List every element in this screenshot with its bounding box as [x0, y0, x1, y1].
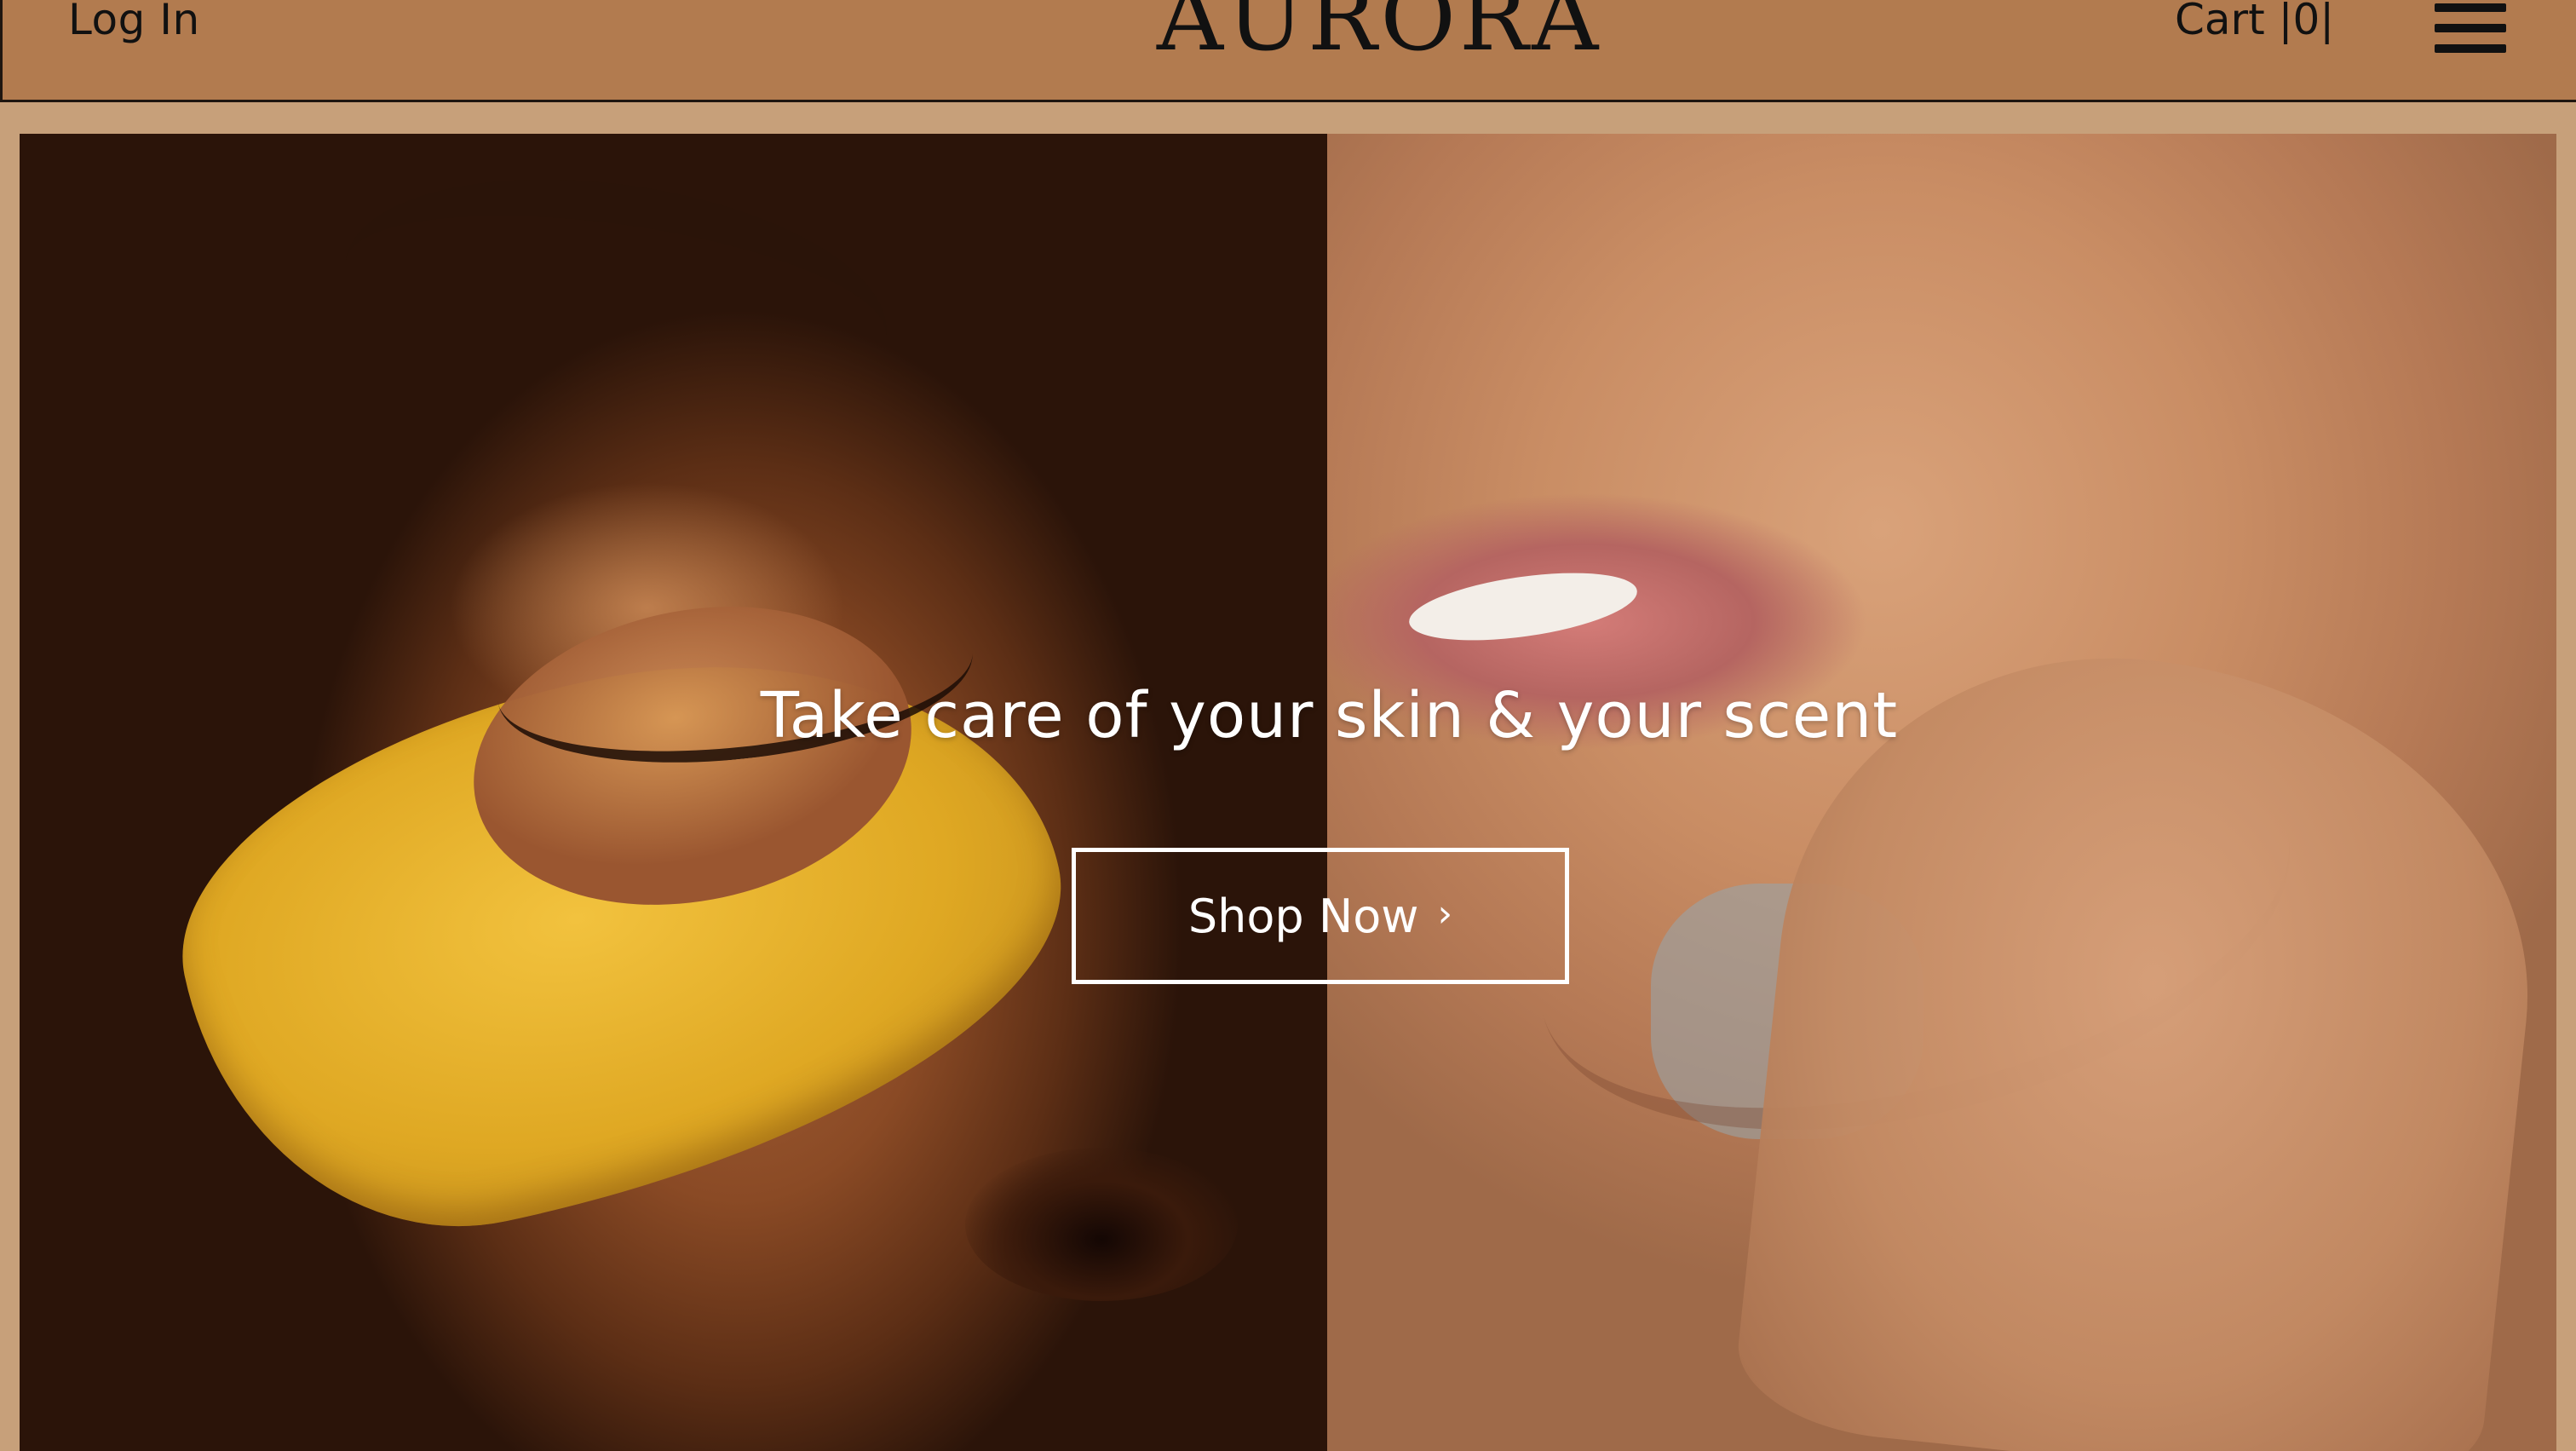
- menu-bar: [2435, 44, 2506, 53]
- menu-bar: [2435, 3, 2506, 12]
- hero-content: Take care of your skin & your scent Shop…: [20, 134, 2556, 1451]
- hero-banner: Take care of your skin & your scent Shop…: [20, 134, 2556, 1451]
- chevron-right-icon: ›: [1437, 891, 1453, 936]
- cart-link[interactable]: Cart |0|: [2175, 0, 2334, 44]
- shop-now-button[interactable]: Shop Now ›: [1072, 848, 1569, 984]
- menu-bar: [2435, 24, 2506, 32]
- hero-headline: Take care of your skin & your scent: [760, 679, 1899, 752]
- brand-logo[interactable]: AURORA: [1157, 0, 1601, 65]
- hamburger-menu-icon[interactable]: [2435, 3, 2506, 53]
- top-navigation-bar: Log In AURORA Cart |0|: [0, 0, 2576, 102]
- login-link[interactable]: Log In: [68, 0, 200, 44]
- shop-now-label: Shop Now: [1187, 889, 1419, 943]
